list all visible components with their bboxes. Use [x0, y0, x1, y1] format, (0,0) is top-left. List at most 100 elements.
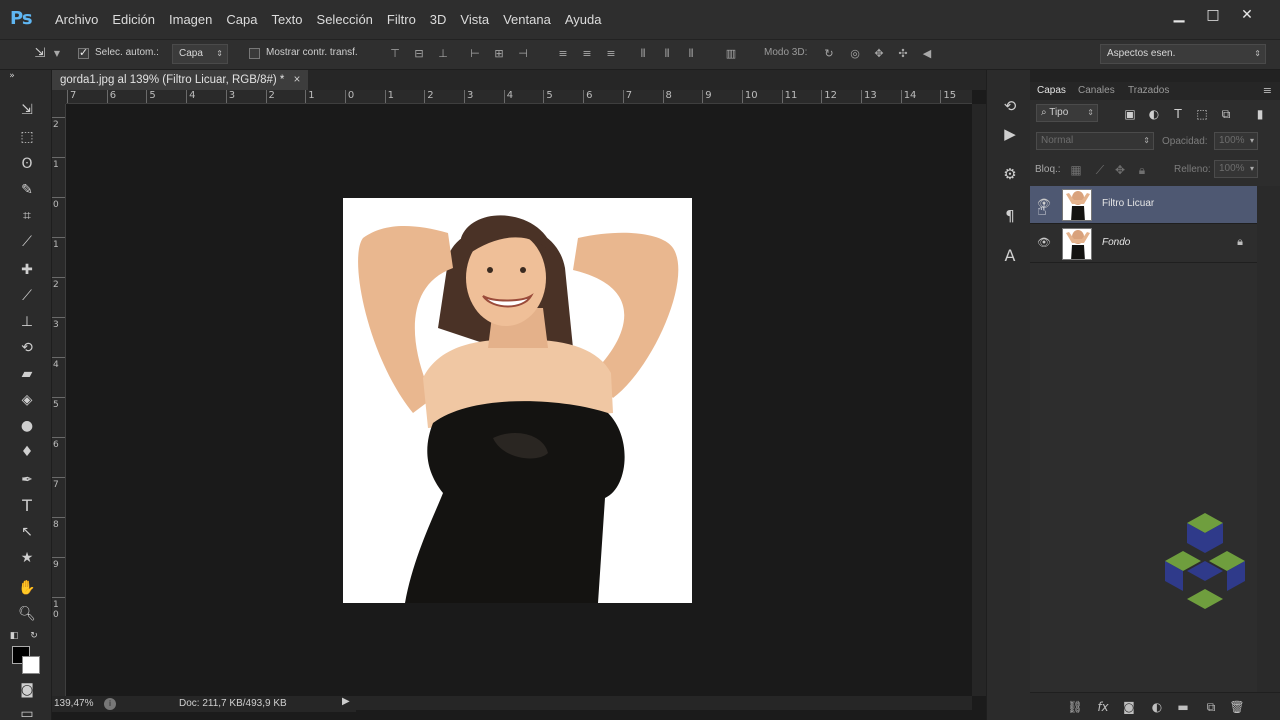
- 3d-pan-icon[interactable]: ✥: [872, 47, 886, 61]
- distribute-top-icon[interactable]: ≡: [556, 47, 570, 61]
- info-icon[interactable]: i: [104, 698, 116, 710]
- menu-seleccion[interactable]: Selección: [310, 12, 380, 27]
- lock-transparent-icon[interactable]: ▦: [1068, 162, 1084, 178]
- lock-all-icon[interactable]: 🔒︎: [1134, 162, 1150, 178]
- new-layer-icon[interactable]: ⧉: [1202, 698, 1220, 716]
- fill-input[interactable]: 100% ▾: [1214, 160, 1258, 178]
- dodge-tool-icon[interactable]: ♦: [14, 442, 40, 462]
- delete-layer-icon[interactable]: 🗑︎: [1228, 698, 1246, 716]
- type-tool-icon[interactable]: T: [14, 496, 40, 516]
- menu-archivo[interactable]: Archivo: [48, 12, 105, 27]
- eraser-tool-icon[interactable]: ▰: [14, 364, 40, 384]
- horizontal-scrollbar[interactable]: [356, 696, 972, 710]
- actions-panel-icon[interactable]: ▶: [999, 124, 1021, 144]
- menu-vista[interactable]: Vista: [453, 12, 496, 27]
- 3d-rotate-icon[interactable]: ↻: [822, 47, 836, 61]
- lasso-tool-icon[interactable]: ʘ: [14, 154, 40, 174]
- zoom-level[interactable]: 139,47%: [54, 698, 93, 709]
- pen-tool-icon[interactable]: ✒: [14, 470, 40, 490]
- distribute-right-icon[interactable]: ⫴: [684, 47, 698, 61]
- menu-texto[interactable]: Texto: [264, 12, 309, 27]
- tab-canales[interactable]: Canales: [1078, 85, 1115, 96]
- align-bottom-icon[interactable]: ⊥: [436, 47, 450, 61]
- ruler-origin[interactable]: [52, 90, 66, 104]
- vertical-scrollbar[interactable]: [972, 104, 986, 696]
- menu-filtro[interactable]: Filtro: [380, 12, 423, 27]
- crop-tool-icon[interactable]: ⌗: [14, 206, 40, 226]
- adjustment-layer-icon[interactable]: ◐: [1148, 698, 1166, 716]
- menu-capa[interactable]: Capa: [219, 12, 264, 27]
- chevron-down-icon[interactable]: ▼: [52, 47, 62, 61]
- horizontal-ruler[interactable]: 7 6 5 4 3 2 1 0 1 2 3 4 5 6 7 8 9 10 11 12 13 14 15: [66, 90, 972, 104]
- add-mask-icon[interactable]: ◙: [1120, 698, 1138, 716]
- filter-type-icon[interactable]: T: [1170, 106, 1186, 122]
- workspace-dropdown[interactable]: Aspectos esen. ⇕: [1100, 44, 1266, 64]
- paragraph-panel-icon[interactable]: ¶: [999, 206, 1021, 226]
- distribute-bottom-icon[interactable]: ≡: [604, 47, 618, 61]
- distribute-left-icon[interactable]: ⫴: [636, 47, 650, 61]
- layer-name[interactable]: Fondo: [1102, 237, 1130, 248]
- auto-select-target-dropdown[interactable]: Capa ⇕: [172, 44, 228, 64]
- 3d-scale-icon[interactable]: ◀: [920, 47, 934, 61]
- swap-colors-icon[interactable]: ↻: [28, 626, 40, 646]
- move-tool-icon[interactable]: ⇲: [14, 100, 40, 120]
- status-menu-arrow-icon[interactable]: ▶: [342, 696, 350, 707]
- zoom-tool-icon[interactable]: 🔍︎: [14, 604, 40, 624]
- show-transform-checkbox[interactable]: [249, 48, 260, 59]
- history-brush-icon[interactable]: ⟲: [14, 338, 40, 358]
- collapse-tools-icon[interactable]: »: [4, 70, 20, 82]
- lock-position-icon[interactable]: ✥: [1112, 162, 1128, 178]
- menu-imagen[interactable]: Imagen: [162, 12, 219, 27]
- menu-ayuda[interactable]: Ayuda: [558, 12, 609, 27]
- clone-stamp-icon[interactable]: ⊥: [14, 312, 40, 332]
- character-panel-icon[interactable]: A: [999, 246, 1021, 266]
- align-left-icon[interactable]: ⊢: [468, 47, 482, 61]
- canvas-area[interactable]: [66, 104, 972, 696]
- filter-adjustment-icon[interactable]: ◐: [1146, 106, 1162, 122]
- filter-smart-object-icon[interactable]: ⧉: [1218, 106, 1234, 122]
- eyedropper-tool-icon[interactable]: ⟋: [14, 232, 40, 252]
- distribute-vcenter-icon[interactable]: ≡: [580, 47, 594, 61]
- panel-menu-icon[interactable]: ≡: [1263, 84, 1272, 97]
- link-layers-icon[interactable]: ⛓: [1066, 698, 1084, 716]
- maximize-button[interactable]: □: [1196, 6, 1230, 26]
- blend-mode-dropdown[interactable]: Normal ⇕: [1036, 132, 1154, 150]
- distribute-hcenter-icon[interactable]: ⫴: [660, 47, 674, 61]
- quick-select-tool-icon[interactable]: ✎: [14, 180, 40, 200]
- auto-select-checkbox[interactable]: [78, 46, 89, 59]
- screen-mode-icon[interactable]: ▭: [14, 704, 40, 720]
- default-colors-icon[interactable]: ◧: [8, 626, 20, 646]
- healing-brush-icon[interactable]: ✚: [14, 260, 40, 280]
- align-top-icon[interactable]: ⊤: [388, 47, 402, 61]
- 3d-roll-icon[interactable]: ◎: [848, 47, 862, 61]
- move-tool-preset-icon[interactable]: ⇲: [30, 47, 50, 61]
- history-panel-icon[interactable]: ⟲: [999, 96, 1021, 116]
- minimize-button[interactable]: ▁: [1162, 6, 1196, 26]
- auto-align-icon[interactable]: ▥: [724, 47, 738, 61]
- new-group-icon[interactable]: ▬: [1174, 698, 1192, 716]
- 3d-slide-icon[interactable]: ✣: [896, 47, 910, 61]
- close-tab-icon[interactable]: ×: [294, 74, 301, 86]
- filter-kind-dropdown[interactable]: ⌕ Tipo ⇕: [1036, 104, 1098, 122]
- vertical-ruler[interactable]: 2101234567891 0: [52, 104, 66, 696]
- layer-row-filtro-licuar[interactable]: 👁︎ Filtro Licuar: [1030, 186, 1257, 224]
- tab-capas[interactable]: Capas: [1037, 85, 1066, 96]
- opacity-input[interactable]: 100% ▾: [1214, 132, 1258, 150]
- align-vcenter-icon[interactable]: ⊟: [412, 47, 426, 61]
- layer-row-fondo[interactable]: 👁︎ Fondo 🔒︎: [1030, 225, 1257, 263]
- shape-tool-icon[interactable]: ★: [14, 548, 40, 568]
- lock-pixels-icon[interactable]: ⟋: [1092, 162, 1108, 178]
- filter-pixel-icon[interactable]: ▣: [1122, 106, 1138, 122]
- marquee-tool-icon[interactable]: ⬚: [14, 127, 40, 147]
- menu-ventana[interactable]: Ventana: [496, 12, 558, 27]
- brush-tool-icon[interactable]: ⟋: [14, 286, 40, 306]
- path-select-icon[interactable]: ↖: [14, 522, 40, 542]
- document-tab[interactable]: gorda1.jpg al 139% (Filtro Licuar, RGB/8…: [52, 70, 309, 90]
- background-color-swatch[interactable]: [22, 656, 40, 674]
- filter-shape-icon[interactable]: ⬚: [1194, 106, 1210, 122]
- blur-tool-icon[interactable]: ●: [14, 416, 40, 436]
- menu-3d[interactable]: 3D: [423, 12, 454, 27]
- layer-name[interactable]: Filtro Licuar: [1102, 198, 1154, 209]
- properties-panel-icon[interactable]: ⚙: [999, 164, 1021, 184]
- filter-toggle-icon[interactable]: ▮: [1256, 106, 1264, 122]
